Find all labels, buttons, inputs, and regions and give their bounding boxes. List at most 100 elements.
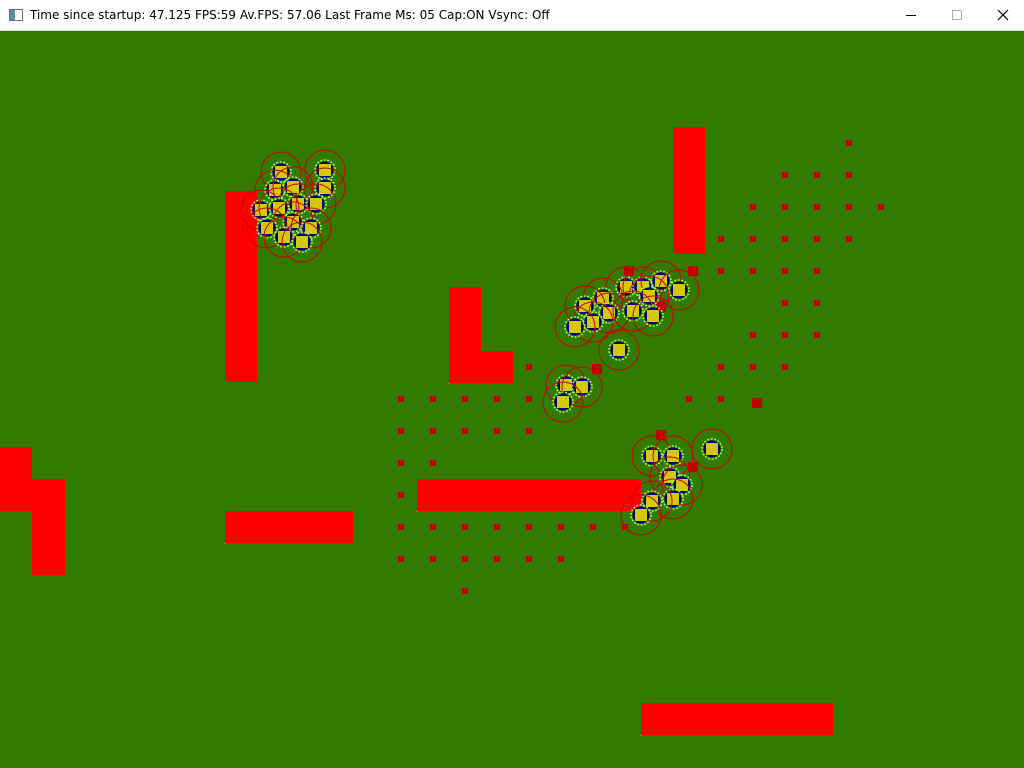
path-marker xyxy=(878,204,884,210)
path-marker xyxy=(718,268,724,274)
path-marker xyxy=(526,396,532,402)
unit[interactable] xyxy=(691,428,733,470)
minimize-icon xyxy=(906,15,916,16)
game-viewport[interactable] xyxy=(0,31,1024,768)
maximize-icon xyxy=(952,10,962,20)
unit-core xyxy=(646,450,658,462)
path-marker xyxy=(814,332,820,338)
path-marker xyxy=(718,396,724,402)
unit-core xyxy=(296,236,308,248)
path-marker xyxy=(782,332,788,338)
unit-core xyxy=(287,181,299,193)
path-marker-highlight xyxy=(752,398,762,408)
path-marker xyxy=(686,396,692,402)
units[interactable] xyxy=(240,149,733,536)
close-icon xyxy=(997,9,1009,21)
unit-core xyxy=(557,396,569,408)
path-marker xyxy=(750,204,756,210)
unit-core xyxy=(569,321,581,333)
path-marker xyxy=(430,460,436,466)
path-marker xyxy=(814,204,820,210)
wall-block xyxy=(641,703,833,735)
path-marker xyxy=(462,524,468,530)
path-marker xyxy=(462,556,468,562)
path-marker xyxy=(782,236,788,242)
path-marker xyxy=(430,396,436,402)
maximize-button[interactable] xyxy=(934,0,980,30)
path-marker xyxy=(494,524,500,530)
path-marker-highlight xyxy=(688,266,698,276)
path-marker xyxy=(814,172,820,178)
unit-core xyxy=(646,495,658,507)
walls xyxy=(0,127,833,735)
path-marker xyxy=(558,524,564,530)
path-marker xyxy=(430,556,436,562)
path-marker xyxy=(782,268,788,274)
path-marker xyxy=(526,556,532,562)
wall-block xyxy=(673,127,705,254)
path-marker xyxy=(430,428,436,434)
game-window: Time since startup: 47.125 FPS:59 Av.FPS… xyxy=(0,0,1024,768)
unit-core xyxy=(261,222,273,234)
path-marker xyxy=(494,556,500,562)
path-marker xyxy=(846,140,852,146)
wall-block xyxy=(225,191,257,382)
unit-core xyxy=(319,164,331,176)
path-marker xyxy=(718,364,724,370)
unit-core xyxy=(635,509,647,521)
unit-core xyxy=(647,310,659,322)
unit-core xyxy=(319,182,331,194)
path-marker xyxy=(526,524,532,530)
path-marker xyxy=(846,204,852,210)
path-marker-highlight xyxy=(592,364,602,374)
path-marker xyxy=(814,268,820,274)
unit-core xyxy=(667,493,679,505)
wall-block xyxy=(0,447,32,511)
path-marker xyxy=(526,364,532,370)
unit-core xyxy=(673,284,685,296)
path-marker xyxy=(782,364,788,370)
path-marker xyxy=(814,236,820,242)
path-marker xyxy=(846,172,852,178)
path-marker xyxy=(398,396,404,402)
path-marker xyxy=(750,268,756,274)
unit-core xyxy=(255,204,267,216)
path-marker xyxy=(462,396,468,402)
game-scene[interactable] xyxy=(0,31,1024,768)
path-marker xyxy=(846,236,852,242)
path-marker xyxy=(782,300,788,306)
path-marker xyxy=(558,556,564,562)
path-marker xyxy=(494,428,500,434)
path-marker xyxy=(750,364,756,370)
wall-block xyxy=(417,479,641,511)
path-marker xyxy=(398,428,404,434)
unit-core xyxy=(576,381,588,393)
path-marker xyxy=(590,524,596,530)
wall-block xyxy=(225,511,353,543)
title-bar[interactable]: Time since startup: 47.125 FPS:59 Av.FPS… xyxy=(0,0,1024,31)
path-marker xyxy=(782,172,788,178)
path-marker xyxy=(462,588,468,594)
close-button[interactable] xyxy=(980,0,1024,30)
unit-core xyxy=(275,166,287,178)
app-window-icon xyxy=(9,9,23,21)
minimize-button[interactable] xyxy=(888,0,934,30)
path-marker xyxy=(398,460,404,466)
unit-core xyxy=(706,443,718,455)
path-marker xyxy=(398,524,404,530)
path-marker xyxy=(526,428,532,434)
path-marker xyxy=(782,204,788,210)
path-marker xyxy=(398,556,404,562)
unit[interactable] xyxy=(598,329,640,371)
path-marker xyxy=(814,300,820,306)
unit-core xyxy=(667,450,679,462)
path-marker xyxy=(750,236,756,242)
path-marker xyxy=(398,492,404,498)
wall-block xyxy=(449,351,513,383)
path-marker xyxy=(494,396,500,402)
path-marker xyxy=(462,428,468,434)
unit-core xyxy=(613,344,625,356)
path-marker xyxy=(430,524,436,530)
window-title: Time since startup: 47.125 FPS:59 Av.FPS… xyxy=(30,8,550,22)
path-marker xyxy=(718,236,724,242)
